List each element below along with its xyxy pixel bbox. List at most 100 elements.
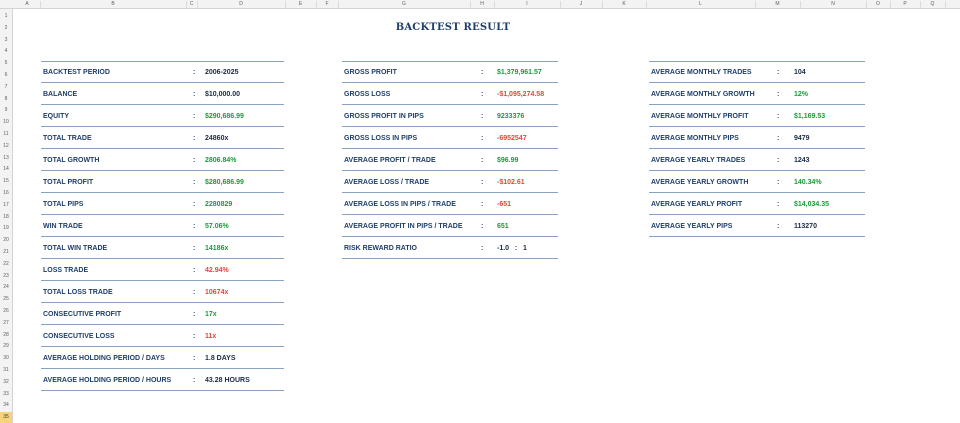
metric-value: 2806.84% <box>205 157 237 164</box>
column-header-cell[interactable]: C <box>190 0 194 9</box>
metric-value: 9233376 <box>497 113 525 120</box>
metric-colon: : <box>481 113 484 120</box>
metric-value: 43.28 HOURS <box>205 377 250 384</box>
column-separator[interactable] <box>920 1 921 8</box>
column-separator[interactable] <box>945 1 946 8</box>
row-header-cell[interactable]: 32 <box>0 377 12 389</box>
column-separator[interactable] <box>646 1 647 8</box>
row-header-cell[interactable]: 10 <box>0 117 12 129</box>
row-header-cell[interactable]: 3 <box>0 35 12 47</box>
row-header-cell[interactable]: 16 <box>0 188 12 200</box>
row-header-cell[interactable]: 33 <box>0 389 12 401</box>
metric-row: BACKTEST PERIOD: 2006-2025 <box>41 61 284 83</box>
column-separator[interactable] <box>186 1 187 8</box>
column-header-cell[interactable]: H <box>480 0 484 9</box>
metric-label: BALANCE <box>43 91 78 98</box>
row-header-cell[interactable]: 22 <box>0 259 12 271</box>
metric-label: AVERAGE PROFIT / TRADE <box>344 157 436 164</box>
column-header-cell[interactable]: D <box>239 0 243 9</box>
column-header-cell[interactable]: L <box>699 0 702 9</box>
row-header-cell[interactable]: 27 <box>0 318 12 330</box>
metric-value: 651 <box>497 223 509 230</box>
metric-row: AVERAGE LOSS IN PIPS / TRADE: -651 <box>342 193 558 215</box>
row-header-cell[interactable]: 13 <box>0 153 12 165</box>
metric-value: -$102.61 <box>497 179 525 186</box>
column-header-cell[interactable]: I <box>526 0 527 9</box>
column-separator[interactable] <box>470 1 471 8</box>
column-header-cell[interactable]: J <box>580 0 583 9</box>
row-header-cell[interactable]: 25 <box>0 294 12 306</box>
metric-colon: : <box>193 157 196 164</box>
metric-colon: : <box>193 289 196 296</box>
column-header-cell[interactable]: B <box>111 0 114 9</box>
row-header-cell[interactable]: 8 <box>0 94 12 106</box>
row-header-cell[interactable]: 21 <box>0 247 12 259</box>
row-header-cell[interactable]: 14 <box>0 164 12 176</box>
metric-value: 9479 <box>794 135 810 142</box>
metric-value: 42.94% <box>205 267 229 274</box>
column-separator[interactable] <box>494 1 495 8</box>
row-header-cell[interactable]: 15 <box>0 176 12 188</box>
row-header-cell[interactable]: 5 <box>0 58 12 70</box>
average-panel: AVERAGE MONTHLY TRADES:104 AVERAGE MONTHL… <box>649 61 865 239</box>
row-header-cell[interactable]: 34 <box>0 400 12 412</box>
row-header-cell[interactable]: 20 <box>0 235 12 247</box>
column-separator[interactable] <box>755 1 756 8</box>
column-header-cell[interactable]: F <box>325 0 328 9</box>
metric-colon: : <box>481 179 484 186</box>
metric-value: 24860x <box>205 135 229 142</box>
row-header-cell[interactable]: 26 <box>0 306 12 318</box>
metric-row: AVERAGE YEARLY GROWTH: 140.34% <box>649 171 865 193</box>
column-separator[interactable] <box>890 1 891 8</box>
metric-label: LOSS TRADE <box>43 267 89 274</box>
row-header-cell[interactable]: 19 <box>0 223 12 235</box>
row-header-cell[interactable]: 31 <box>0 365 12 377</box>
metric-label: AVERAGE MONTHLY PIPS <box>651 135 739 142</box>
row-header-cell[interactable]: 18 <box>0 212 12 224</box>
metric-label: AVERAGE YEARLY GROWTH <box>651 179 749 186</box>
column-separator[interactable] <box>866 1 867 8</box>
row-header-cell[interactable]: 17 <box>0 200 12 212</box>
column-separator[interactable] <box>338 1 339 8</box>
metric-row: CONSECUTIVE PROFIT: 17x <box>41 303 284 325</box>
column-header-cell[interactable]: Q <box>931 0 935 9</box>
column-header-cell[interactable]: E <box>299 0 302 9</box>
row-header-cell[interactable]: 12 <box>0 141 12 153</box>
metric-colon: : <box>193 245 196 252</box>
row-header-cell[interactable]: 23 <box>0 271 12 283</box>
row-header-cell[interactable]: 28 <box>0 330 12 342</box>
metric-value: 14186x <box>205 245 229 252</box>
column-separator[interactable] <box>197 1 198 8</box>
column-separator[interactable] <box>40 1 41 8</box>
row-header-cell[interactable]: 24 <box>0 282 12 294</box>
row-header-cell[interactable]: 29 <box>0 341 12 353</box>
column-header-cell[interactable]: N <box>831 0 835 9</box>
metric-row: AVERAGE HOLDING PERIOD / DAYS: 1.8 DAYS <box>41 347 284 369</box>
column-separator[interactable] <box>560 1 561 8</box>
metric-label: GROSS PROFIT <box>344 69 397 76</box>
column-header-cell[interactable]: M <box>775 0 779 9</box>
column-separator[interactable] <box>285 1 286 8</box>
column-header-cell[interactable]: P <box>903 0 906 9</box>
row-header-cell[interactable]: 4 <box>0 46 12 58</box>
column-header-cell[interactable]: A <box>25 0 28 9</box>
row-header-cell[interactable]: 11 <box>0 129 12 141</box>
column-header-cell[interactable]: G <box>402 0 406 9</box>
metric-label: GROSS PROFIT IN PIPS <box>344 113 424 120</box>
metric-colon: : <box>193 91 196 98</box>
column-header-cell[interactable]: O <box>876 0 880 9</box>
row-header-cell[interactable]: 7 <box>0 82 12 94</box>
metric-row: CONSECUTIVE LOSS: 11x <box>41 325 284 347</box>
metric-label: TOTAL PIPS <box>43 201 84 208</box>
row-header-cell[interactable]: 9 <box>0 105 12 117</box>
row-header-cell[interactable]: 35 <box>0 412 12 423</box>
metric-label: AVERAGE LOSS / TRADE <box>344 179 430 186</box>
metric-value: 2280829 <box>205 201 233 208</box>
row-header-cell[interactable]: 30 <box>0 353 12 365</box>
column-separator[interactable] <box>800 1 801 8</box>
column-header-cell[interactable]: K <box>622 0 625 9</box>
column-separator[interactable] <box>602 1 603 8</box>
metric-row: AVERAGE PROFIT / TRADE: $96.99 <box>342 149 558 171</box>
row-header-cell[interactable]: 6 <box>0 70 12 82</box>
column-separator[interactable] <box>316 1 317 8</box>
